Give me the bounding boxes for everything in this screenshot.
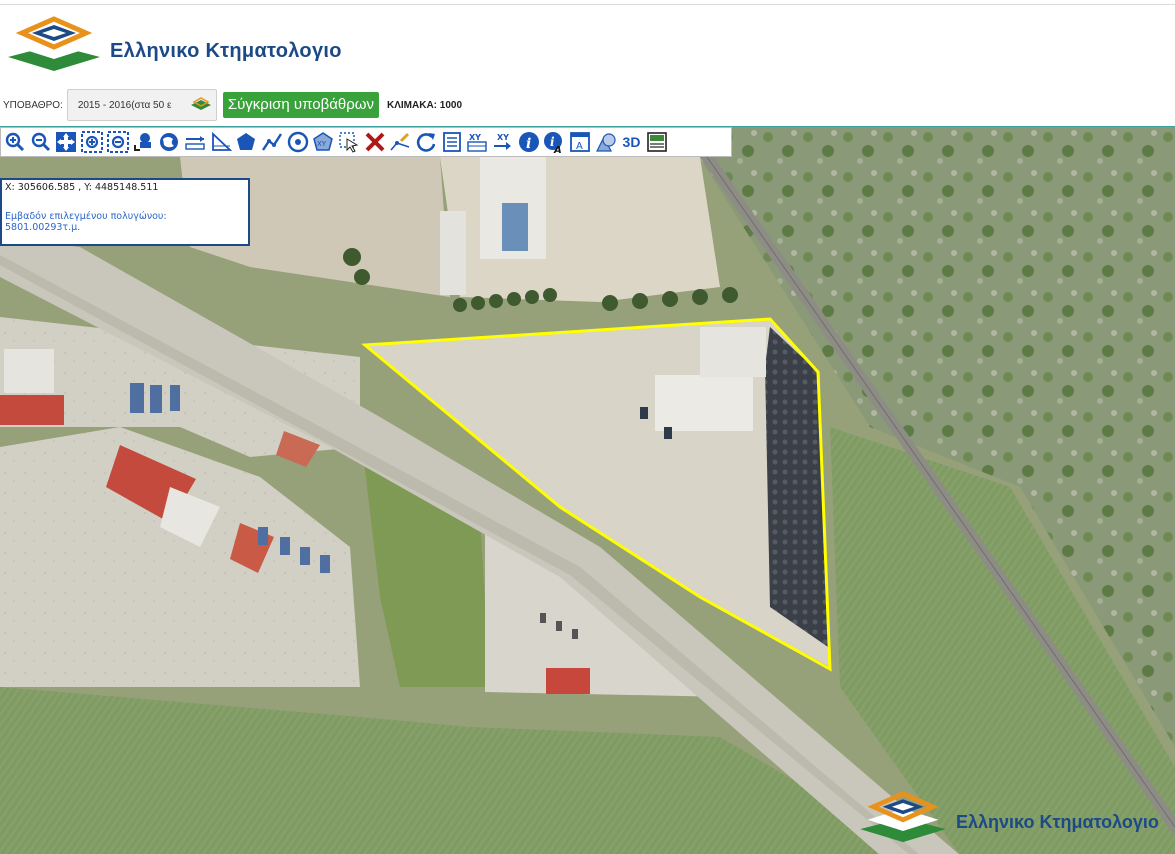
zoom-box-in-tool[interactable] [80, 130, 104, 154]
polyline-icon [261, 133, 282, 151]
select-tool[interactable] [337, 130, 361, 154]
previous-extent-tool[interactable] [131, 130, 155, 154]
watermark-text: Ελληνικο Κτηματολογιο [956, 811, 1159, 832]
info-tool[interactable]: i [517, 130, 541, 154]
area-label: Εμβαδόν επιλεγμένου πολυγώνου: [5, 211, 167, 222]
circle-target-icon [287, 131, 308, 153]
list-tool[interactable] [440, 130, 464, 154]
basemap-select[interactable]: 2015 - 2016(στα 50 ε [66, 89, 217, 121]
header: Ελληνικο Κτηματολογιο [0, 5, 1175, 85]
identify-shapes-icon [595, 133, 616, 152]
identify-shapes-tool[interactable] [594, 130, 618, 154]
print-tool[interactable] [645, 130, 669, 154]
basemap-value: 2015 - 2016(στα 50 ε [77, 99, 172, 111]
3d-icon: 3D [622, 134, 641, 150]
measure-area-icon [237, 133, 256, 150]
zoom-in-tool[interactable] [3, 130, 27, 154]
red-roof-building-1 [0, 395, 64, 425]
measure-distance-tool[interactable] [183, 130, 207, 154]
info-text-tool[interactable]: iA [542, 130, 566, 154]
basemap-thumbnail-icon [189, 96, 212, 114]
measure-ruler-icon [211, 131, 232, 151]
measure-distance-icon [185, 136, 205, 150]
xy-goto-tool[interactable]: XY [491, 130, 515, 154]
xy-polygon-tool[interactable]: XY [311, 130, 335, 154]
ktimatologio-logo[interactable]: Ελληνικο Κτηματολογιο [6, 15, 342, 73]
map-container[interactable]: XY XY XY i iA A 3D X: 305606.585 , Y: 44… [0, 126, 1175, 854]
basemap-label: ΥΠΟΒΑΘΡΟ: [3, 99, 63, 111]
list-icon [442, 132, 461, 152]
clear-tool[interactable] [363, 130, 387, 154]
map-toolbar: XY XY XY i iA A 3D [0, 127, 732, 157]
xy-polygon-icon: XY [313, 132, 334, 151]
solar-panels [502, 203, 528, 251]
zoom-box-out-icon [106, 131, 129, 153]
area-value: 5801.00293τ.μ. [5, 222, 81, 233]
yard-building-2 [700, 327, 766, 377]
svg-text:A: A [553, 145, 562, 153]
measure-ruler-tool[interactable] [209, 130, 233, 154]
logo-mark-icon [8, 16, 100, 71]
pan-icon [56, 132, 77, 152]
svg-text:i: i [526, 136, 531, 152]
polyline-tool[interactable] [260, 130, 284, 154]
xy-table-tool[interactable]: XY [465, 130, 489, 154]
shed-building [440, 211, 466, 295]
xy-goto-icon: XY [494, 133, 512, 150]
xy-table-icon: XY [467, 133, 488, 152]
control-bar: ΥΠΟΒΑΘΡΟ: 2015 - 2016(στα 50 ε Σύγκριση … [0, 88, 1175, 122]
select-icon [339, 132, 359, 153]
circle-target-tool[interactable] [286, 130, 310, 154]
edit-vertex-icon [390, 132, 410, 151]
zoom-out-tool[interactable] [29, 130, 53, 154]
compare-basemaps-button[interactable]: Σύγκριση υποβάθρων [222, 92, 379, 118]
refresh-icon [416, 133, 436, 152]
cursor-coordinates: X: 305606.585 , Y: 4485148.511 [5, 182, 159, 193]
pan-tool[interactable] [54, 130, 78, 154]
scale-label: ΚΛΙΜΑΚΑ: 1000 [387, 99, 463, 111]
info-text-icon: iA [544, 132, 563, 153]
zoom-in-icon [5, 132, 25, 152]
previous-extent-icon [134, 133, 152, 151]
legend-icon: A [570, 132, 591, 152]
full-extent-tool[interactable] [157, 130, 181, 154]
watermark-logo-icon [860, 791, 946, 843]
edit-vertex-tool[interactable] [388, 130, 412, 154]
svg-text:XY: XY [497, 133, 509, 142]
logo-text: Ελληνικο Κτηματολογιο [110, 39, 342, 62]
yard-building [655, 375, 753, 431]
refresh-tool[interactable] [414, 130, 438, 154]
print-icon [647, 132, 667, 152]
coordinate-panel: X: 305606.585 , Y: 4485148.511 Εμβαδόν ε… [0, 178, 250, 246]
full-extent-icon [160, 133, 179, 151]
zoom-box-in-icon [81, 131, 104, 153]
svg-text:XY: XY [317, 140, 327, 148]
info-icon: i [518, 132, 539, 152]
legend-tool[interactable]: A [568, 130, 592, 154]
zoom-box-out-tool[interactable] [106, 130, 130, 154]
red-roof-building-5 [546, 668, 590, 694]
zoom-out-icon [31, 132, 50, 152]
svg-text:XY: XY [469, 133, 481, 142]
clear-icon [365, 132, 385, 152]
map-watermark: Ελληνικο Κτηματολογιο [858, 790, 1159, 844]
measure-area-tool[interactable] [234, 130, 258, 154]
3d-tool[interactable]: 3D [620, 130, 644, 154]
svg-text:A: A [576, 141, 583, 152]
